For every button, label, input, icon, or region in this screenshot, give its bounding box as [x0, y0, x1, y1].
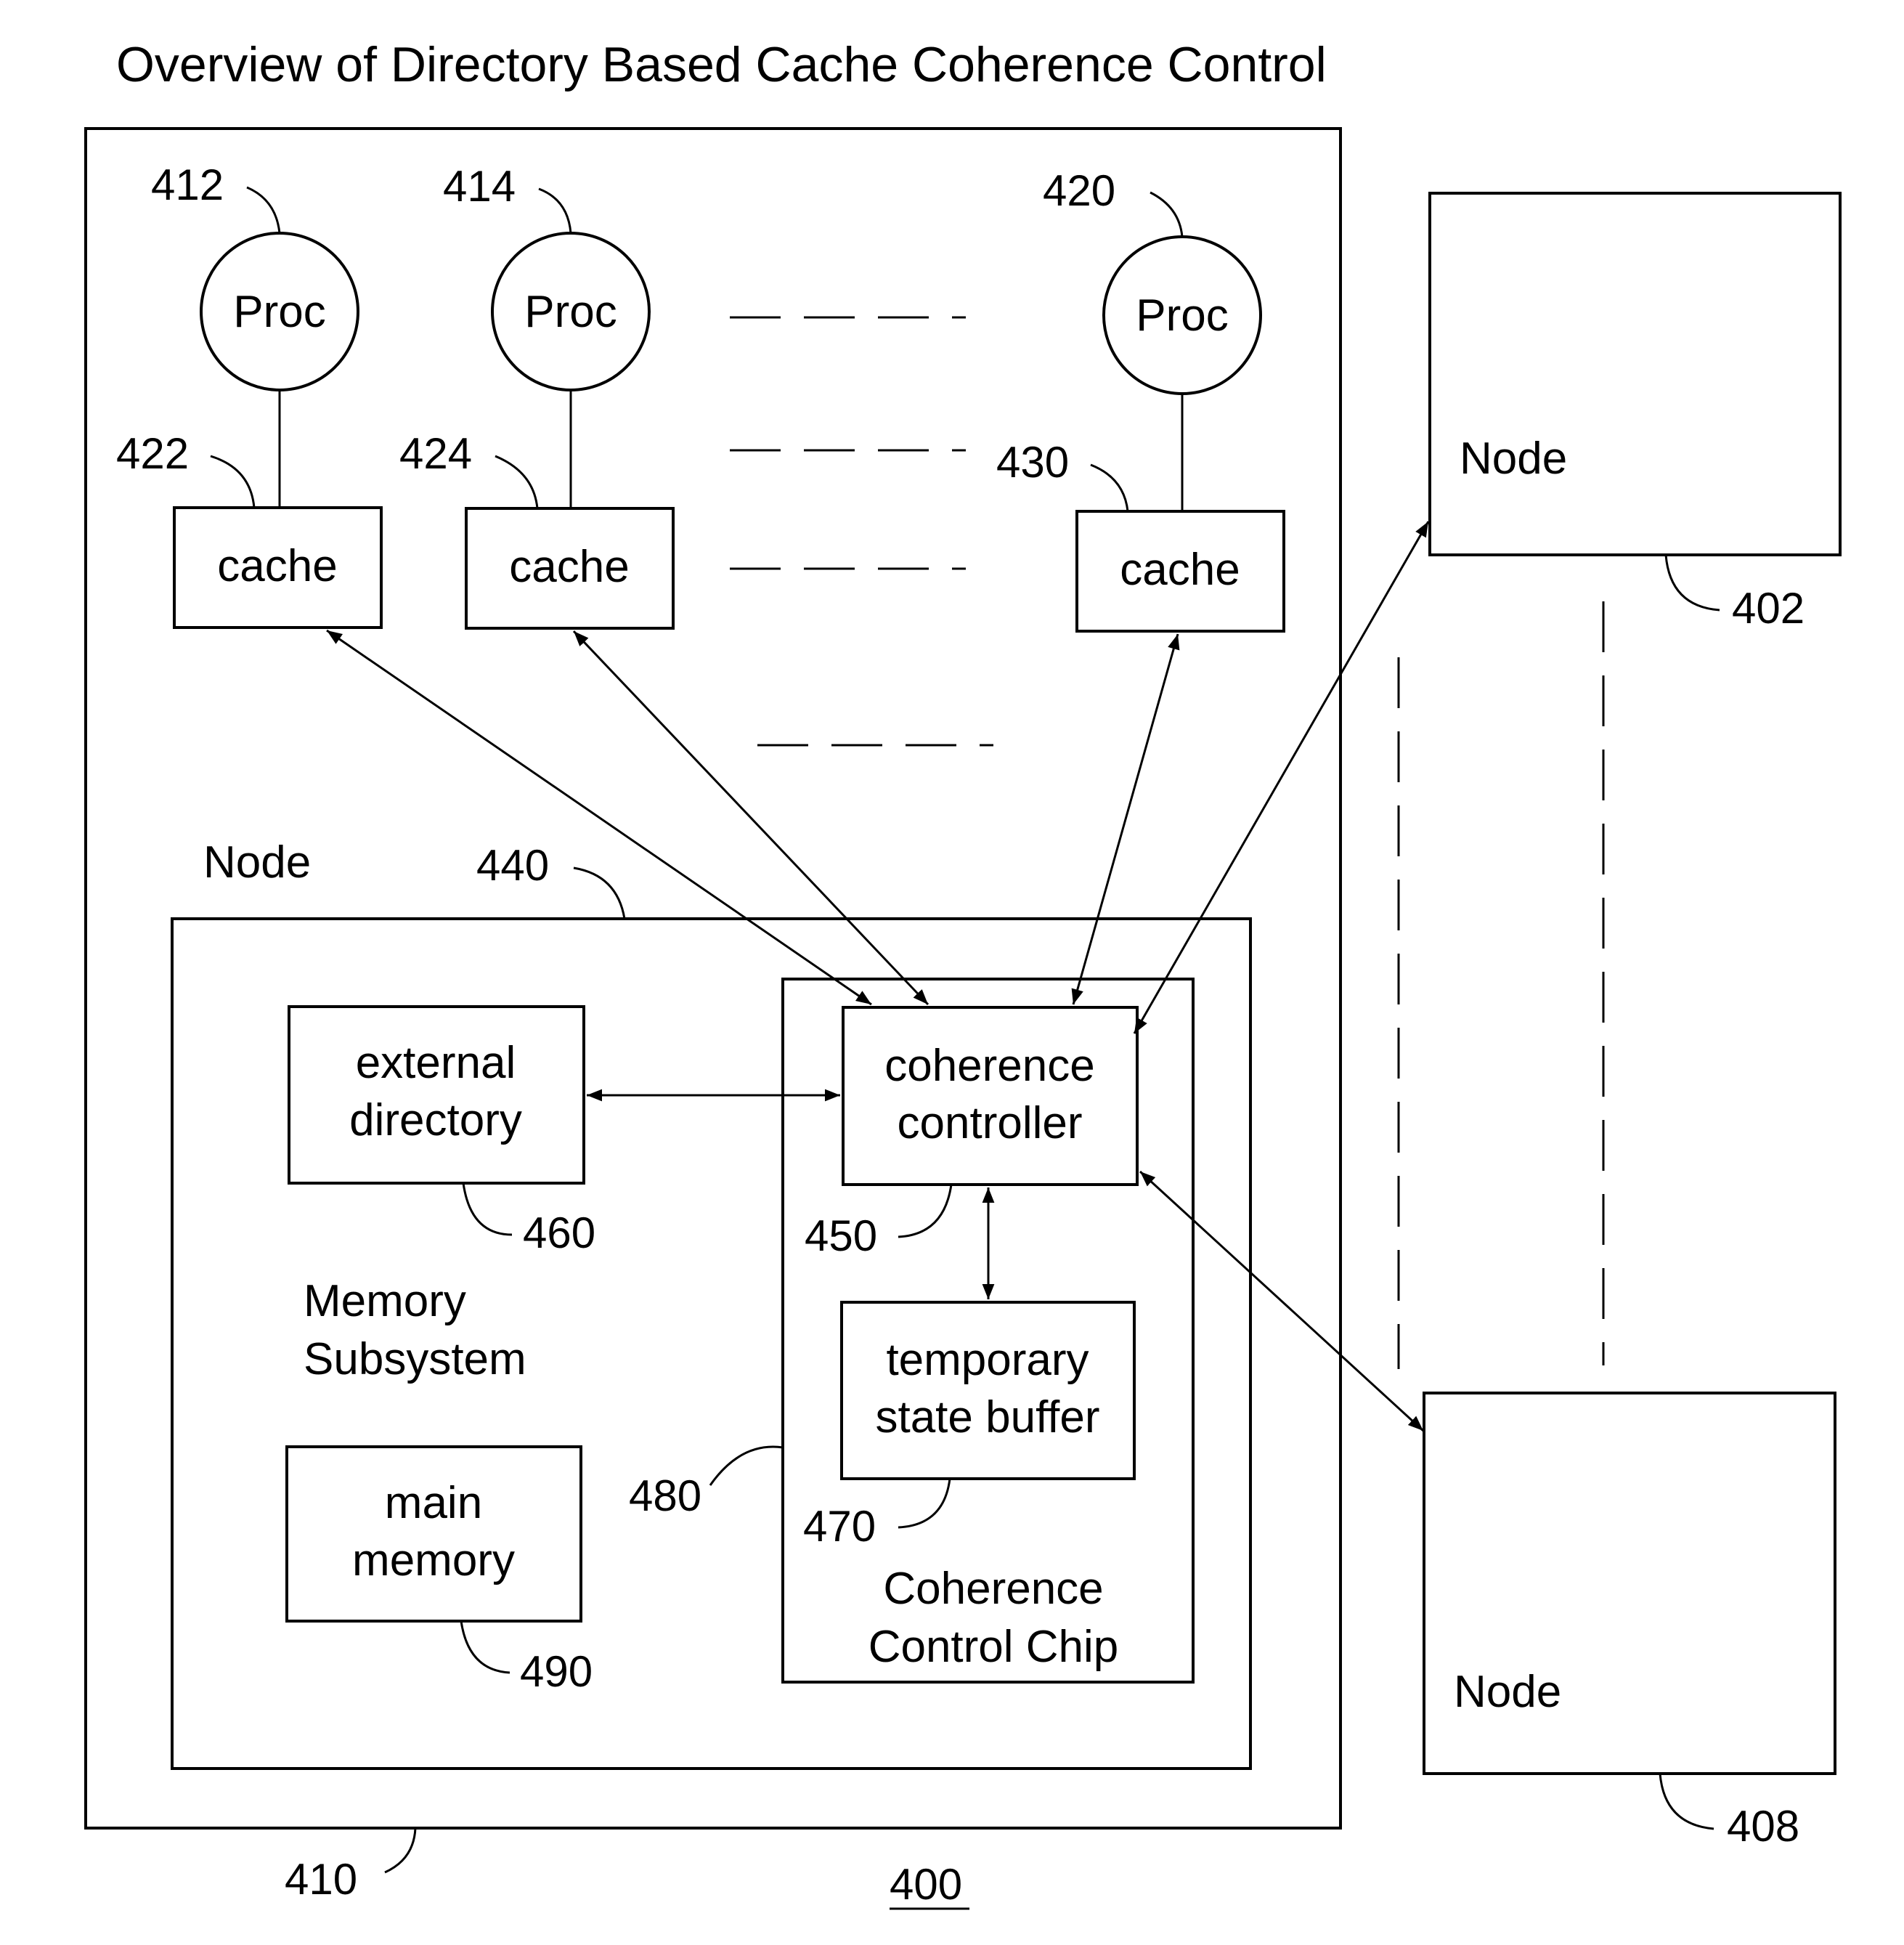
svg-text:Proc: Proc: [1136, 291, 1228, 341]
remote-node-408-label: Node: [1454, 1667, 1561, 1717]
chip-label-line1: Coherence: [883, 1564, 1103, 1614]
controller-label-line2: controller: [898, 1098, 1083, 1148]
buffer-label-line1: temporary: [886, 1335, 1089, 1385]
ref-490: 490: [520, 1647, 593, 1696]
ref-440: 440: [476, 841, 549, 890]
ref-414: 414: [443, 162, 516, 211]
diagram-title: Overview of Directory Based Cache Cohere…: [116, 37, 1327, 92]
main-memory-label-line1: main: [385, 1478, 482, 1528]
temporary-state-buffer: [840, 1301, 1136, 1480]
chip-label-line2: Control Chip: [868, 1622, 1119, 1672]
ref-402: 402: [1732, 584, 1805, 633]
leader-402: [1664, 554, 1720, 612]
svg-text:Proc: Proc: [233, 287, 325, 337]
coherence-diagram: Overview of Directory Based Cache Cohere…: [84, 37, 1842, 1910]
directory-label-line1: external: [356, 1038, 516, 1088]
main-memory: [285, 1445, 582, 1623]
ref-470: 470: [803, 1502, 876, 1551]
processor-412: Proc: [200, 232, 359, 391]
ref-480: 480: [629, 1471, 701, 1520]
remote-node-402-label: Node: [1460, 434, 1567, 484]
svg-text:cache: cache: [217, 541, 337, 591]
leader-408: [1659, 1773, 1714, 1830]
leader-410: [384, 1827, 417, 1874]
memory-subsystem-label-line1: Memory: [304, 1276, 466, 1326]
svg-text:Proc: Proc: [524, 287, 617, 337]
memory-subsystem-label-line2: Subsystem: [304, 1334, 526, 1384]
ref-450: 450: [805, 1211, 877, 1260]
buffer-label-line2: state buffer: [875, 1392, 1099, 1442]
remote-node-402: [1428, 192, 1842, 556]
figure-number: 400: [890, 1860, 962, 1909]
svg-text:cache: cache: [1120, 545, 1240, 595]
ref-408: 408: [1727, 1802, 1799, 1851]
ref-420: 420: [1043, 166, 1115, 215]
main-memory-label-line2: memory: [352, 1535, 515, 1585]
svg-text:cache: cache: [509, 542, 629, 592]
ref-460: 460: [523, 1209, 595, 1257]
coherence-controller: [842, 1006, 1139, 1186]
cache-424: cache: [465, 507, 675, 630]
ref-412: 412: [151, 161, 224, 209]
processor-414: Proc: [491, 232, 651, 391]
processor-420: Proc: [1102, 235, 1262, 395]
cache-422: cache: [173, 506, 383, 629]
ref-430: 430: [996, 438, 1069, 487]
controller-label-line1: coherence: [884, 1041, 1095, 1091]
directory-label-line2: directory: [349, 1095, 522, 1145]
inner-node-label: Node: [203, 837, 311, 888]
ref-422: 422: [116, 429, 189, 478]
ref-410: 410: [285, 1855, 357, 1904]
cache-430: cache: [1075, 510, 1285, 633]
ref-424: 424: [399, 429, 472, 478]
